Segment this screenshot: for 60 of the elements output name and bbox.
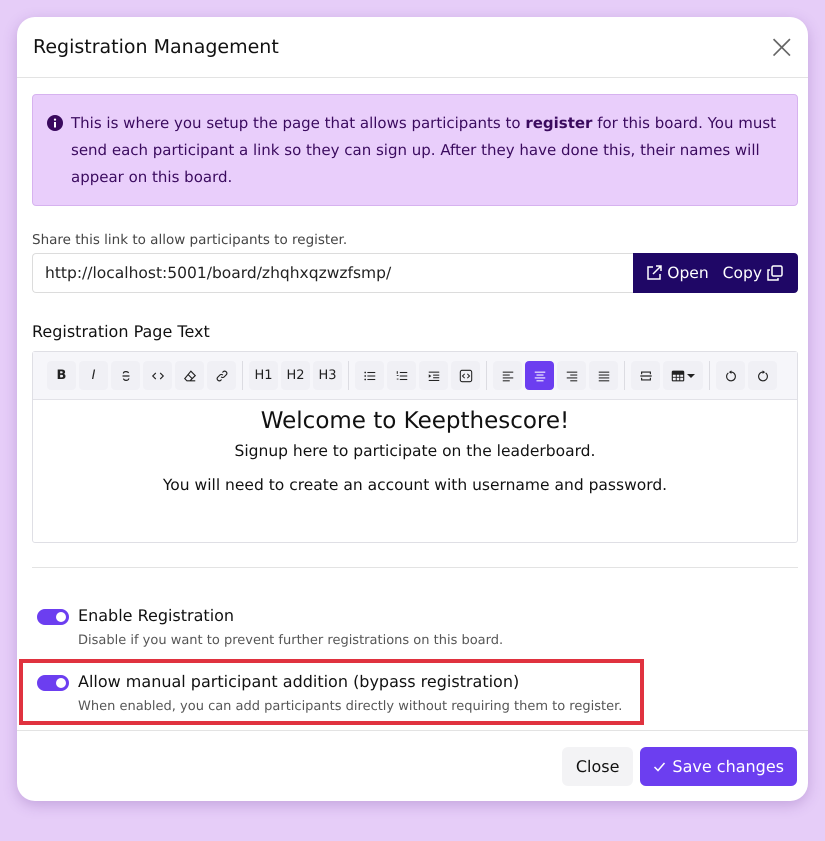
toggle-switch[interactable] — [37, 609, 69, 625]
numbered-list-button[interactable] — [387, 361, 416, 390]
strikethrough-button[interactable] — [111, 361, 140, 390]
align-right-button[interactable] — [557, 361, 586, 390]
bullet-list-button[interactable] — [355, 361, 384, 390]
code-block-button[interactable] — [451, 361, 480, 390]
close-button[interactable]: Close — [562, 747, 634, 786]
format-button[interactable]: I — [79, 361, 108, 390]
check-icon — [653, 760, 666, 773]
undo-button[interactable] — [716, 361, 745, 390]
code-button[interactable] — [143, 361, 172, 390]
external-link-icon — [645, 264, 664, 282]
editor-heading: Welcome to Keepthescore! — [260, 408, 570, 434]
table-icon — [671, 368, 685, 382]
toggle-description: When enabled, you can add participants directly without requiring them to register. — [78, 699, 622, 714]
link-button[interactable] — [207, 361, 236, 390]
format-button[interactable]: B — [47, 361, 76, 390]
copy-button[interactable]: Copy — [716, 253, 792, 293]
info-message: This is where you setup the page that allows participants to register for this board. You must send each participant a link so they can sign up. After they have done this, their names will appear on this board. — [71, 113, 778, 188]
align-left-icon — [500, 368, 514, 382]
editor-paragraph: You will need to create an account with username and password. — [162, 476, 668, 494]
close-button[interactable]: × — [764, 33, 800, 61]
toggle-switch[interactable] — [37, 675, 69, 691]
redo-icon — [756, 368, 770, 382]
toggle-description: Disable if you want to prevent further registrations on this board. — [78, 633, 504, 648]
indent-icon — [426, 368, 440, 382]
horizontal-rule-icon — [638, 368, 652, 382]
align-left-button[interactable] — [493, 361, 522, 390]
share-link-label: Share this link to allow participants to register. — [32, 232, 348, 248]
table-button[interactable] — [663, 361, 703, 390]
link-field[interactable]: http://localhost:5001/board/zhqhxqzwzfsmp/ — [32, 253, 634, 293]
redo-button[interactable] — [748, 361, 777, 390]
align-right-icon — [564, 368, 578, 382]
eraser-button[interactable] — [175, 361, 204, 390]
format-button[interactable]: H3 — [313, 361, 342, 390]
editor-paragraph: Signup here to participate on the leaderboard. — [234, 442, 596, 460]
eraser-icon — [182, 368, 196, 382]
align-justify-button[interactable] — [589, 361, 618, 390]
undo-icon — [724, 368, 738, 382]
open-button[interactable]: Open — [639, 253, 717, 293]
section-label: Registration Page Text — [32, 322, 211, 341]
link-icon — [214, 368, 228, 382]
save-button[interactable]: Save changes — [640, 747, 797, 786]
toggle-label: Enable Registration — [78, 606, 236, 625]
format-button[interactable]: H1 — [249, 361, 278, 390]
caret-icon — [687, 372, 695, 380]
dialog-title: Registration Management — [33, 36, 279, 58]
indent-button[interactable] — [419, 361, 448, 390]
numbered-list-icon — [394, 368, 408, 382]
horizontal-rule-button[interactable] — [631, 361, 660, 390]
code-block-icon — [458, 368, 472, 382]
bullet-list-icon — [362, 368, 376, 382]
info-icon — [47, 115, 63, 131]
toggle-label: Allow manual participant addition (bypass registration) — [78, 672, 520, 691]
align-justify-icon — [596, 368, 610, 382]
align-center-icon — [532, 368, 546, 382]
align-center-button[interactable] — [525, 361, 554, 390]
rich-text-editor[interactable]: B I H1 H2 H3 Welcome to Keepthescore! Signup here to participate on the leaderboard. You will need to create an account with username and password. — [32, 351, 798, 543]
copy-icon — [766, 264, 784, 282]
format-button[interactable]: H2 — [281, 361, 310, 390]
